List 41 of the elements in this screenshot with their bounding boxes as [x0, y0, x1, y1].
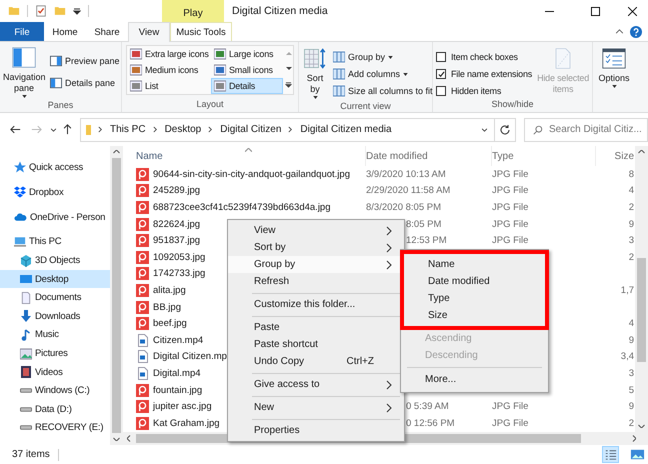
size-cell: 3	[628, 368, 634, 379]
size-cell: 4	[628, 318, 634, 330]
type-cell: JPG File	[492, 418, 528, 429]
size-cell: 5	[628, 384, 634, 396]
size-cell: 4	[628, 185, 634, 196]
size-cell: 3,4	[620, 351, 634, 362]
size-cell: 1,7	[620, 284, 634, 296]
size-cell: 9	[628, 401, 634, 412]
group-label: Show/hide	[490, 99, 535, 111]
size-cell: 2	[628, 202, 634, 213]
type-cell: JPG File	[492, 202, 528, 213]
menu-item: Descending	[424, 349, 479, 363]
window-title: Digital Citizen media	[232, 5, 328, 17]
size-cell: 2	[628, 418, 634, 429]
size-cell: 9	[628, 218, 634, 230]
menu-item: Ascending	[424, 332, 473, 346]
date-cell: 2/29/2020 11:58 AM	[366, 185, 450, 196]
type-cell: JPG File	[492, 218, 528, 230]
type-cell: JPG File	[492, 235, 528, 246]
date-cell: 0 12:56 PM	[406, 418, 455, 429]
type-cell: JPG File	[492, 185, 528, 196]
item-count: 37 items	[12, 449, 50, 460]
date-cell: 8/3/2020 8:05 PM	[366, 202, 441, 213]
date-cell: 3/9/2020 10:13 AM	[366, 168, 446, 180]
shortcut-text: Ctrl+Z	[346, 356, 374, 367]
group-label: Layout	[195, 99, 225, 111]
size-cell: 3	[628, 235, 634, 246]
checkbox-label: Hidden items	[451, 86, 502, 96]
size-cell: 9	[628, 334, 634, 346]
context-tab-header: Play	[183, 8, 203, 19]
group-label: Current view	[339, 101, 392, 113]
size-cell: 8	[628, 168, 634, 180]
group-label: Panes	[46, 100, 74, 112]
checkbox-label: File name extensions	[451, 69, 532, 79]
date-cell: 12:53 PM	[406, 235, 447, 246]
size-cell: 2	[628, 252, 634, 263]
date-cell: 0 5:39 AM	[406, 401, 449, 412]
checkbox-label: Item check boxes	[451, 52, 518, 62]
date-cell: 8:05 PM	[406, 218, 442, 230]
type-cell: JPG File	[492, 401, 528, 412]
type-cell: JPG File	[492, 168, 528, 180]
